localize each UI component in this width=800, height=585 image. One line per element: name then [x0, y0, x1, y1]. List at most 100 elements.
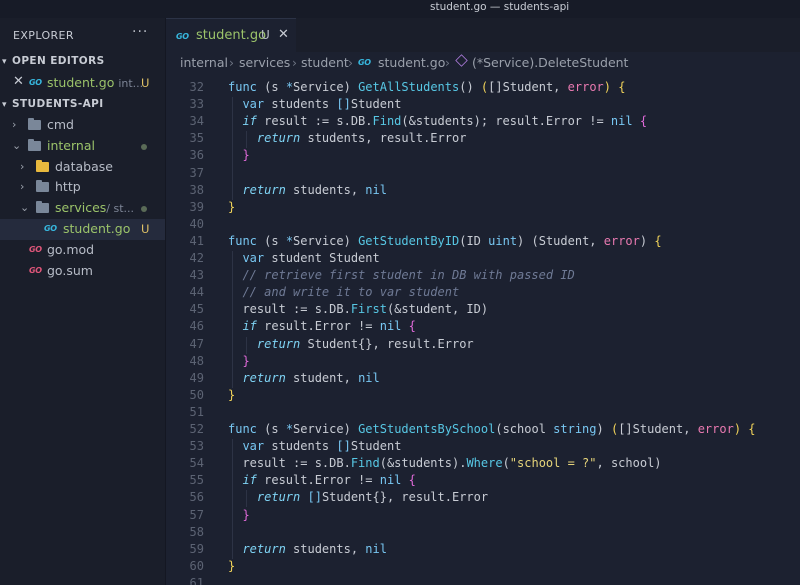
line-number: 53 — [189, 439, 204, 454]
code-token: Find — [372, 114, 402, 129]
code-text: return []Student{}, result.Error — [228, 490, 488, 504]
close-icon[interactable]: ✕ — [278, 27, 289, 42]
code-line[interactable]: 51 — [166, 405, 800, 422]
code-line[interactable]: 61 — [166, 576, 800, 585]
code-line[interactable]: 52 func (s *Service) GetStudentsBySchool(… — [166, 422, 800, 439]
code-line[interactable]: 36 } — [166, 148, 800, 165]
code-line[interactable]: 33 var students []Student — [166, 97, 800, 114]
open-editor-path: int... — [118, 77, 144, 90]
code-editor[interactable]: 32 func (s *Service) GetAllStudents() ([]… — [166, 74, 800, 585]
close-icon[interactable]: ✕ — [13, 74, 24, 89]
code-line[interactable]: 54 result := s.DB.Find(&students).Where(… — [166, 456, 800, 473]
code-token: student Student — [271, 251, 380, 265]
code-line[interactable]: 50} — [166, 388, 800, 405]
code-token: (s — [264, 233, 286, 248]
open-editors-section[interactable]: ▾ OPEN EDITORS — [0, 55, 105, 67]
code-line[interactable]: 46 if result.Error != nil { — [166, 319, 800, 336]
breadcrumb-item[interactable]: student.go — [378, 55, 445, 70]
code-line[interactable]: 34 if result := s.DB.Find(&students); re… — [166, 114, 800, 131]
project-section[interactable]: ▾ STUDENTS-API — [0, 98, 104, 110]
breadcrumb-item[interactable]: (*Service).DeleteStudent — [472, 55, 628, 70]
code-line[interactable]: 41 func (s *Service) GetStudentByID(ID ui… — [166, 234, 800, 251]
tree-item-go-sum[interactable]: GO go.sum — [0, 261, 165, 282]
code-line[interactable]: 38 return students, nil — [166, 183, 800, 200]
chevron-right-icon: › — [229, 55, 234, 70]
code-token: students — [271, 97, 337, 112]
code-token: "school = ?" — [509, 456, 597, 471]
method-icon — [455, 54, 468, 67]
title-bar: student.go — students-api — [0, 0, 800, 18]
code-text: func (s *Service) GetAllStudents() ([]St… — [228, 80, 625, 94]
line-number: 58 — [189, 524, 204, 539]
code-token: return — [228, 336, 308, 351]
breadcrumb-item[interactable]: student — [301, 55, 349, 70]
window-title: student.go — students-api — [430, 1, 570, 13]
code-token: (&student, ID) — [386, 302, 489, 317]
line-number: 40 — [189, 216, 204, 231]
line-number: 55 — [189, 473, 204, 488]
code-text: return student, nil — [228, 371, 379, 385]
code-line[interactable]: 48 } — [166, 354, 800, 371]
chevron-down-icon: ⌄ — [12, 139, 22, 152]
tree-item-database[interactable]: › database — [0, 157, 165, 178]
code-line[interactable]: 57 } — [166, 508, 800, 525]
chevron-right-icon: › — [20, 160, 25, 173]
breadcrumb-item[interactable]: internal — [180, 55, 228, 70]
more-actions-icon[interactable]: ··· — [132, 24, 148, 40]
tree-item-cmd[interactable]: › cmd — [0, 115, 165, 136]
breadcrumb-item[interactable]: services — [239, 55, 290, 70]
code-line[interactable]: 44 // and write it to var student — [166, 285, 800, 302]
line-number: 46 — [189, 319, 204, 334]
code-token: } — [228, 199, 236, 214]
code-token: First — [350, 302, 387, 317]
code-line[interactable]: 55 if result.Error != nil { — [166, 473, 800, 490]
tree-item-label: http — [55, 179, 81, 194]
tree-item-go-mod[interactable]: GO go.mod — [0, 240, 165, 261]
line-number: 51 — [189, 404, 204, 419]
untracked-badge: U — [141, 76, 150, 90]
code-line[interactable]: 59 return students, nil — [166, 542, 800, 559]
code-line[interactable]: 40 — [166, 217, 800, 234]
code-token: // and write it to var student — [228, 285, 460, 300]
code-token: ( — [502, 456, 510, 471]
tab-bar: GO student.go U ✕ — [166, 18, 800, 52]
code-line[interactable]: 35 return students, result.Error — [166, 131, 800, 148]
code-line[interactable]: 39} — [166, 200, 800, 217]
code-line[interactable]: 42 var student Student — [166, 251, 800, 268]
open-editor-item[interactable]: ✕ GO student.go int... U — [0, 73, 165, 94]
code-line[interactable]: 49 return student, nil — [166, 371, 800, 388]
tree-item-internal[interactable]: ⌄ internal — [0, 136, 165, 157]
tree-item-http[interactable]: › http — [0, 177, 165, 198]
code-line[interactable]: 53 var students []Student — [166, 439, 800, 456]
tab-student-go[interactable]: GO student.go U ✕ — [166, 18, 296, 52]
chevron-right-icon: › — [348, 55, 353, 70]
code-token: [] — [307, 490, 322, 505]
tree-item-services[interactable]: ⌄ services/ st... — [0, 198, 165, 219]
code-token: error — [567, 80, 604, 94]
line-number: 57 — [189, 507, 204, 522]
line-number: 33 — [189, 97, 204, 112]
code-text: return students, result.Error — [228, 131, 467, 146]
code-text: var students []Student — [228, 97, 401, 111]
code-token: func — [228, 233, 265, 248]
go-mod-icon: GO — [29, 245, 42, 254]
indent-guide — [232, 97, 233, 200]
code-line[interactable]: 56 return []Student{}, result.Error — [166, 490, 800, 507]
code-line[interactable]: 58 — [166, 525, 800, 542]
code-token: string — [553, 422, 597, 436]
code-token: result := s.DB. — [228, 302, 351, 317]
go-file-icon: GO — [176, 32, 189, 41]
code-line[interactable]: 47 return Student{}, result.Error — [166, 337, 800, 354]
line-number: 43 — [189, 268, 204, 283]
code-token: } — [228, 558, 236, 573]
code-line[interactable]: 45 result := s.DB.First(&student, ID) — [166, 302, 800, 319]
code-line[interactable]: 37 — [166, 166, 800, 183]
code-line[interactable]: 43 // retrieve first student in DB with … — [166, 268, 800, 285]
code-token: if — [228, 114, 265, 129]
line-number: 32 — [189, 80, 204, 94]
code-line[interactable]: 60} — [166, 559, 800, 576]
code-token: return — [228, 131, 308, 146]
code-token: { — [408, 473, 416, 488]
tree-item-student-go[interactable]: GO student.go U — [0, 219, 165, 240]
code-line[interactable]: 32 func (s *Service) GetAllStudents() ([]… — [166, 80, 800, 97]
